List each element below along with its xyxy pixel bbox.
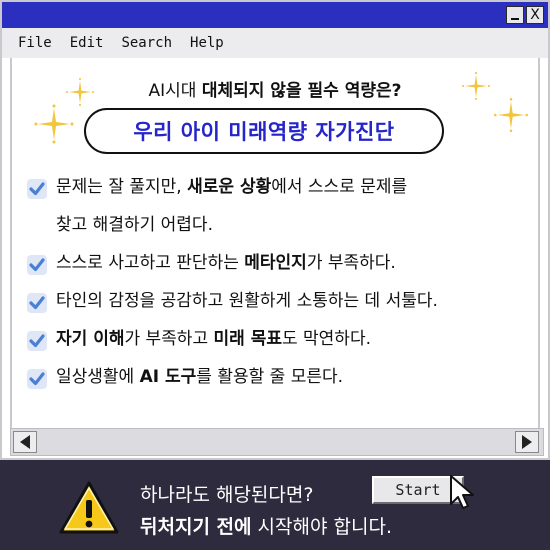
item-text: 스스로 사고하고 판단하는 — [56, 253, 245, 273]
check-icon — [27, 369, 47, 389]
item-text: 문제는 잘 풀지만, — [56, 177, 188, 197]
minimize-icon — [511, 18, 519, 20]
checklist-item: 문제는 잘 풀지만, 새로운 상황에서 스스로 문제를 찾고 해결하기 어렵다. — [24, 176, 534, 236]
item-text-bold: 자기 이해 — [56, 329, 125, 349]
title-bar: X — [2, 2, 548, 28]
sparkle-icon — [494, 98, 528, 132]
scroll-left-button[interactable] — [13, 431, 37, 453]
menu-file[interactable]: File — [18, 35, 52, 51]
check-icon — [27, 255, 47, 275]
item-text: 가 부족하고 — [124, 329, 214, 349]
scroll-right-button[interactable] — [515, 431, 539, 453]
cursor-icon — [450, 475, 474, 509]
item-text-bold: 미래 목표 — [213, 329, 282, 349]
horizontal-scrollbar[interactable] — [10, 428, 544, 456]
checklist-item: 스스로 사고하고 판단하는 메타인지가 부족하다. — [24, 252, 534, 275]
item-text-bold: 메타인지 — [244, 253, 307, 273]
menu-edit[interactable]: Edit — [70, 35, 104, 51]
footer-cta-rest: 시작해야 합니다. — [251, 516, 392, 538]
footer-question: 하나라도 해당된다면? — [140, 484, 314, 506]
checklist: 문제는 잘 풀지만, 새로운 상황에서 스스로 문제를 찾고 해결하기 어렵다.… — [24, 176, 534, 389]
menu-search[interactable]: Search — [121, 35, 172, 51]
item-continuation: 찾고 해결하기 어렵다. — [56, 215, 213, 235]
item-text-bold: 새로운 상황 — [187, 177, 272, 197]
check-icon — [27, 179, 47, 199]
item-text: 가 부족하다. — [306, 253, 396, 273]
page-title: 우리 아이 미래역량 자가진단 — [133, 120, 395, 144]
item-text: 타인의 감정을 공감하고 원활하게 소통하는 데 서툴다. — [56, 291, 438, 311]
checklist-item: 타인의 감정을 공감하고 원활하게 소통하는 데 서툴다. — [24, 290, 534, 313]
checklist-item: 자기 이해가 부족하고 미래 목표도 막연하다. — [24, 328, 534, 351]
menu-bar: File Edit Search Help — [2, 28, 548, 58]
app-window: X File Edit Search Help AI시대 대체되지 않을 필수 … — [0, 0, 550, 460]
footer-cta: 뒤처지기 전에 시작해야 합니다. — [140, 512, 392, 539]
item-text: 일상생활에 — [56, 367, 140, 387]
sub-heading-prefix: AI시대 — [148, 81, 202, 101]
footer-cta-bold: 뒤처지기 전에 — [140, 516, 252, 538]
sub-heading: AI시대 대체되지 않을 필수 역량은? — [12, 76, 538, 101]
item-text: 를 활용할 줄 모른다. — [196, 367, 344, 387]
close-button[interactable]: X — [526, 6, 544, 24]
left-arrow-icon — [20, 435, 30, 449]
check-icon — [27, 331, 47, 351]
item-text: 에서 스스로 문제를 — [271, 177, 408, 197]
content-area: AI시대 대체되지 않을 필수 역량은? 우리 아이 미래역량 자가진단 문제는… — [10, 58, 540, 428]
checklist-item: 일상생활에 AI 도구를 활용할 줄 모른다. — [24, 366, 534, 389]
title-pill: 우리 아이 미래역량 자가진단 — [84, 108, 444, 154]
menu-help[interactable]: Help — [190, 35, 224, 51]
item-text: 도 막연하다. — [281, 329, 371, 349]
item-text-bold: AI 도구 — [139, 367, 197, 387]
sub-heading-bold: 대체되지 않을 필수 역량은? — [201, 81, 402, 101]
sparkle-icon — [34, 104, 74, 144]
warning-icon — [59, 481, 119, 534]
minimize-button[interactable] — [506, 6, 524, 24]
check-icon — [27, 293, 47, 313]
footer-banner: 하나라도 해당된다면? 뒤처지기 전에 시작해야 합니다. Start — [0, 460, 550, 550]
close-icon: X — [530, 7, 540, 23]
right-arrow-icon — [522, 435, 532, 449]
